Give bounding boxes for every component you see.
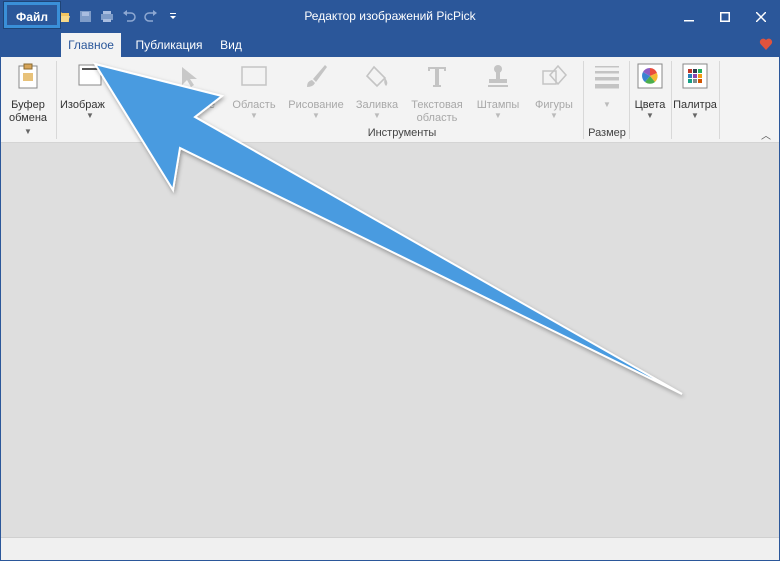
group-separator (719, 61, 720, 139)
image-icon (78, 64, 102, 86)
clipboard-button[interactable]: Буфер обмена ▼ (5, 63, 51, 138)
ribbon-tabs: Главное Публикация Вид (1, 33, 779, 57)
text-area-label-1: Текстовая (411, 99, 463, 111)
close-icon[interactable] (743, 1, 779, 33)
tab-view[interactable]: Вид (213, 33, 249, 57)
text-area-label-2: область (416, 112, 458, 124)
ribbon: Буфер обмена ▼ Изображ ▼ е Область ▼ Рис… (1, 57, 779, 143)
heart-icon[interactable] (759, 37, 773, 51)
shapes-button[interactable]: Фигуры ▼ (529, 63, 579, 120)
palette-caret-icon: ▼ (691, 111, 699, 120)
tab-home[interactable]: Главное (61, 33, 121, 57)
window-controls (671, 1, 779, 33)
text-area-button[interactable]: Текстовая область (407, 63, 467, 125)
group-label-size: Размер (588, 127, 626, 139)
palette-grid-icon (682, 63, 708, 89)
tab-publish[interactable]: Публикация (127, 33, 211, 57)
paint-bucket-icon (365, 65, 388, 88)
title-bar: Редактор изображений PicPick (1, 1, 779, 33)
status-bar (1, 537, 779, 560)
area-caret-icon: ▼ (250, 111, 258, 120)
window-title: Редактор изображений PicPick (304, 9, 476, 23)
drawing-button[interactable]: Рисование ▼ (285, 63, 347, 120)
colors-caret-icon: ▼ (646, 111, 654, 120)
size-caret-icon: ▼ (603, 100, 611, 109)
group-separator (583, 61, 584, 139)
image-caret-icon: ▼ (86, 111, 94, 120)
colors-button[interactable]: Цвета ▼ (632, 63, 668, 120)
minimize-icon[interactable] (671, 1, 707, 33)
clipboard-icon (18, 63, 38, 89)
group-separator (671, 61, 672, 139)
shapes-icon (542, 64, 568, 86)
text-icon (428, 67, 446, 87)
stamps-caret-icon: ▼ (494, 111, 502, 120)
brush-icon (307, 65, 327, 87)
collapse-ribbon-icon[interactable]: ︿ (761, 127, 771, 142)
group-label-tools: Инструменты (367, 127, 437, 139)
fill-button[interactable]: Заливка ▼ (351, 63, 403, 120)
maximize-icon[interactable] (707, 1, 743, 33)
clipboard-label-2: обмена ▼ (8, 112, 48, 136)
clipboard-label-1: Буфер (11, 99, 45, 111)
color-wheel-icon (637, 63, 663, 89)
stamp-icon (488, 65, 508, 87)
area-button[interactable]: Область ▼ (227, 63, 281, 120)
canvas-area[interactable] (1, 143, 779, 537)
picpick-window: Редактор изображений PicPick Главное Пуб… (0, 0, 780, 561)
size-button[interactable]: ▼ (587, 63, 627, 109)
image-button[interactable]: Изображ ▼ (59, 63, 121, 120)
drawing-caret-icon: ▼ (312, 111, 320, 120)
select-label: е (208, 99, 215, 111)
palette-button[interactable]: Палитра ▼ (673, 63, 717, 120)
tab-file[interactable]: Файл (4, 2, 60, 28)
fill-caret-icon: ▼ (373, 111, 381, 120)
group-separator (629, 61, 630, 139)
group-separator (56, 61, 57, 139)
stamps-button[interactable]: Штампы ▼ (471, 63, 525, 120)
line-width-icon (595, 66, 619, 89)
select-icon (182, 67, 197, 87)
rectangle-select-icon (241, 66, 267, 86)
shapes-caret-icon: ▼ (550, 111, 558, 120)
select-button[interactable]: е (161, 63, 217, 112)
